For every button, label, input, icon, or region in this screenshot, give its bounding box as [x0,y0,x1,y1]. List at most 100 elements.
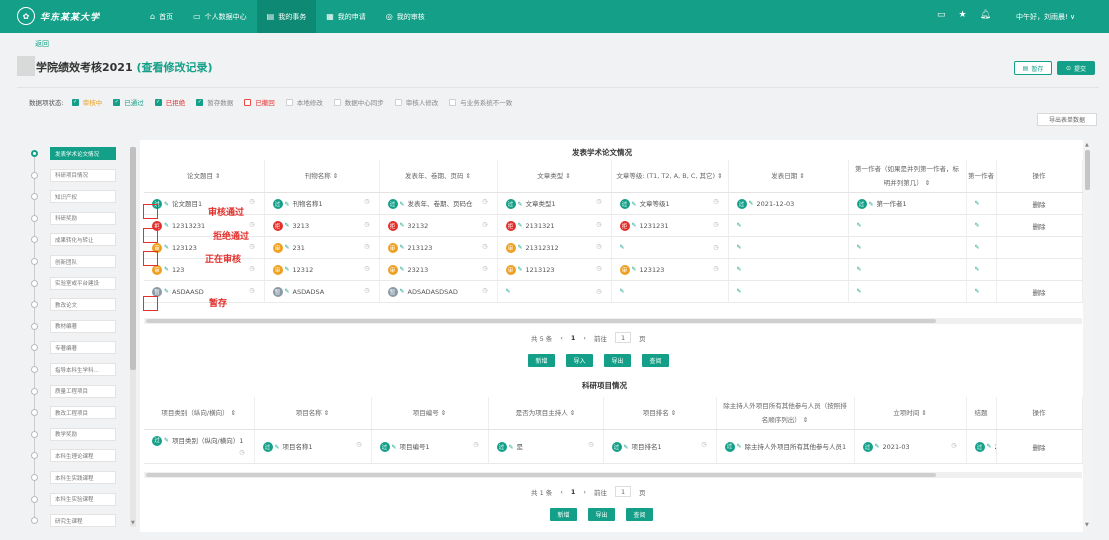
table-cell[interactable]: 审 ✎ 21312312 ◷ [497,236,612,259]
pager-goto-input[interactable]: 1 [615,486,632,497]
history-clock-icon[interactable]: ◷ [482,287,487,294]
projects-hscroll-thumb[interactable] [146,473,936,477]
edit-icon[interactable]: ✎ [857,244,862,251]
column-header[interactable]: 论文题目 ⇕ [144,160,265,193]
edit-icon[interactable]: ✎ [400,266,405,273]
action-button[interactable]: 查阅 [642,354,669,367]
delete-link[interactable]: 删除 [996,192,1083,215]
column-header[interactable]: 是否为项目主持人 ⇕ [488,397,604,430]
history-clock-icon[interactable]: ◷ [364,198,369,205]
sidebar-item[interactable]: 教改论文 [28,298,116,312]
edit-icon[interactable]: ✎ [624,444,629,451]
table-cell[interactable]: 过 ✎ 发表年、卷期、页码仓 ◷ [379,192,498,215]
table-cell[interactable]: 拒 ✎ 2131321 ◷ [497,214,612,237]
column-header[interactable]: 操作 [996,160,1083,193]
table-cell[interactable]: 过 ✎ 项目排名1 ◷ [603,429,717,464]
history-clock-icon[interactable]: ◷ [356,441,361,448]
edit-icon[interactable]: ✎ [975,288,980,295]
nav-item-0[interactable]: ⌂ 首页 [140,0,183,33]
table-cell[interactable]: ✎ [728,258,849,281]
sidebar-item[interactable]: 本科生实践课程 [28,471,116,484]
star-icon[interactable]: ★ [959,10,967,20]
table-cell[interactable]: 过 ✎ 第一作者1 [848,192,967,215]
action-button[interactable]: 查阅 [626,508,653,521]
history-clock-icon[interactable]: ◷ [364,265,369,272]
delete-link[interactable] [996,258,1083,281]
edit-icon[interactable]: ✎ [392,444,397,451]
history-clock-icon[interactable]: ◷ [596,265,601,272]
edit-icon[interactable]: ✎ [518,266,523,273]
edit-icon[interactable]: ✎ [400,201,405,208]
edit-icon[interactable]: ✎ [857,222,862,229]
history-clock-icon[interactable]: ◷ [473,441,478,448]
table-cell[interactable]: 暂 ✎ ASDADSA ◷ [264,280,380,303]
column-header[interactable]: 文章等级: (T1, T2, A, B, C, 其它) ⇕ [611,160,729,193]
edit-icon[interactable]: ✎ [620,288,625,295]
sidebar-item[interactable]: 创新团队 [28,255,116,268]
table-cell[interactable]: 过 ✎ 刊物名称1 ◷ [264,192,380,215]
table-cell[interactable]: 过 ✎ 除主持人外项目所有其他参与人员1 [716,429,855,464]
column-header[interactable]: 刊物名称 ⇕ [264,160,380,193]
table-cell[interactable]: ✎ [848,214,967,237]
table-cell[interactable]: 审 ✎ 231 ◷ [264,236,380,259]
sidebar-scroll-down-icon[interactable]: ▼ [131,520,135,526]
table-cell[interactable]: 拒 ✎ 1231231 ◷ [611,214,729,237]
edit-icon[interactable]: ✎ [285,201,290,208]
edit-icon[interactable]: ✎ [518,222,523,229]
legend-item-5[interactable]: 本地修改 [285,97,323,107]
column-header[interactable]: 立项时间 ⇕ [854,397,967,430]
edit-icon[interactable]: ✎ [518,244,523,251]
legend-checkbox[interactable] [333,98,341,106]
edit-icon[interactable]: ✎ [285,288,290,295]
screen-icon[interactable]: ▭ [937,10,946,20]
legend-checkbox[interactable] [449,98,457,106]
sidebar-item[interactable]: 专著编著 [28,341,116,355]
table-cell[interactable]: 暂 ✎ ASDAASD ◷ [144,280,265,303]
sidebar-item[interactable]: 教改工程项目 [28,406,116,420]
sidebar-item[interactable]: 实验室或平台建设 [28,276,116,290]
table-cell[interactable]: 暂 ✎ ADSADASDSAD ◷ [379,280,498,303]
history-clock-icon[interactable]: ◷ [239,447,244,459]
sidebar-item[interactable]: 本科生实验课程 [28,492,116,506]
edit-icon[interactable]: ✎ [620,244,625,251]
edit-icon[interactable]: ✎ [164,222,169,229]
edit-icon[interactable]: ✎ [285,222,290,229]
edit-icon[interactable]: ✎ [164,244,169,251]
edit-icon[interactable]: ✎ [518,201,523,208]
legend-item-6[interactable]: 数据中心同步 [333,97,384,107]
table-cell[interactable]: ✎ ◷ [497,280,612,303]
table-cell[interactable]: 过 ✎ 2021-12-03 [728,192,849,215]
sidebar-item[interactable]: 本科生理论课程 [28,449,116,463]
column-header[interactable]: 项目排名 ⇕ [603,397,717,430]
table-cell[interactable]: 过 ✎ 文章类型1 ◷ [497,192,612,215]
scroll-up-icon[interactable]: ▲ [1085,142,1089,148]
history-clock-icon[interactable]: ◷ [364,287,369,294]
history-clock-icon[interactable]: ◷ [482,221,487,228]
edit-icon[interactable]: ✎ [975,266,980,273]
table-cell[interactable]: ✎ [966,192,997,215]
edit-icon[interactable]: ✎ [857,288,862,295]
sidebar-item[interactable]: 科研奖励 [28,211,116,225]
table-cell[interactable]: ✎ [848,236,967,259]
edit-icon[interactable]: ✎ [400,288,405,295]
edit-icon[interactable]: ✎ [737,244,742,251]
history-clock-icon[interactable]: ◷ [249,265,254,272]
view-history-link[interactable]: (查看修改记录) [136,61,212,74]
delete-link[interactable]: 删除 [996,429,1083,464]
panel-vscroll-track[interactable] [1083,140,1092,532]
edit-icon[interactable]: ✎ [975,244,980,251]
history-clock-icon[interactable]: ◷ [482,243,487,250]
sidebar-item[interactable]: 成果转化与转让 [28,233,116,247]
legend-checkbox[interactable] [394,98,402,106]
submit-button[interactable]: ⊙ 提交 [1057,61,1095,75]
history-clock-icon[interactable]: ◷ [701,441,706,448]
action-button[interactable]: 新增 [528,354,555,367]
legend-item-0[interactable]: ✓ 审核中 [71,97,102,107]
nav-item-1[interactable]: ▭ 个人数据中心 [183,0,257,33]
edit-icon[interactable]: ✎ [632,266,637,273]
table-cell[interactable]: 过✎2021 [966,429,997,464]
table-cell[interactable]: 审 ✎ 123 ◷ [144,258,265,281]
sidebar-item[interactable]: 质量工程项目 [28,384,116,398]
sidebar-item[interactable]: 科研项目情况 [28,168,116,182]
edit-icon[interactable]: ✎ [506,288,511,295]
